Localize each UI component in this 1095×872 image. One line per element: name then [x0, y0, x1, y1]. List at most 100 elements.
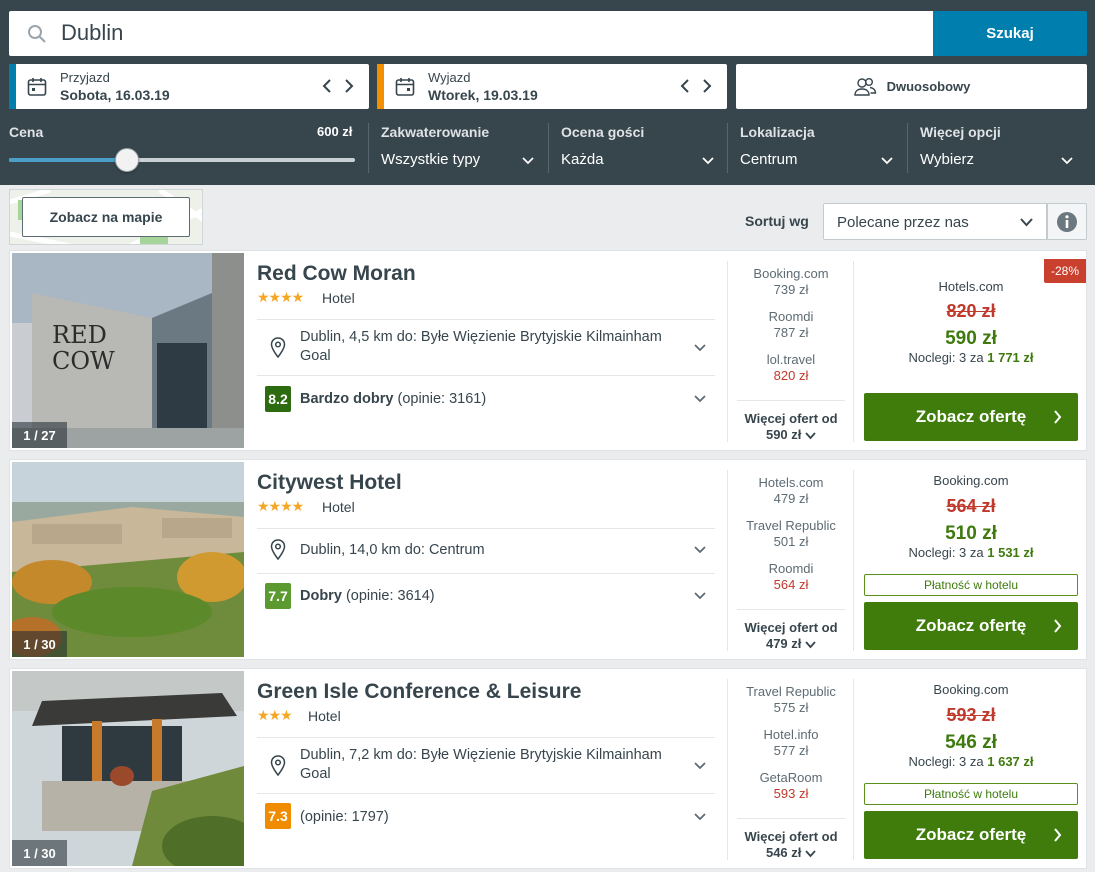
partner-offer[interactable]: Hotel.info 577 zł — [728, 727, 854, 759]
hotel-type: Hotel — [322, 290, 355, 306]
chevron-right-icon[interactable] — [343, 77, 355, 95]
chevron-left-icon[interactable] — [321, 77, 333, 95]
sort-select[interactable]: Polecane przez nas — [823, 203, 1047, 240]
pay-at-hotel-badge: Płatność w hotelu — [864, 574, 1078, 596]
hotel-card[interactable]: RED COW 1 / 27 Red Cow Moran ★★★★ Hotel … — [9, 250, 1087, 451]
chevron-down-icon[interactable] — [693, 760, 707, 772]
rating-summary[interactable]: (opinie: 1797) — [300, 809, 389, 825]
location-filter-value[interactable]: Centrum — [740, 151, 798, 168]
search-field[interactable]: Dublin — [9, 11, 933, 56]
divider — [737, 609, 845, 610]
chevron-down-icon[interactable] — [693, 393, 707, 405]
hotel-photo-image — [12, 462, 244, 657]
more-offers-link[interactable]: Więcej ofert od 479 zł — [728, 620, 854, 652]
star-rating: ★★★★ — [257, 289, 304, 305]
nights-label: Noclegi: 3 za — [908, 350, 984, 365]
filter-divider — [368, 123, 369, 173]
chevron-down-icon[interactable] — [693, 342, 707, 354]
chevron-down-icon[interactable] — [1060, 154, 1074, 168]
price-slider-handle[interactable] — [114, 148, 139, 172]
partner-offer[interactable]: Travel Republic 575 zł — [728, 684, 854, 716]
star-rating: ★★★ — [257, 707, 293, 723]
partner-site: Hotel.info — [763, 727, 819, 742]
column-divider — [853, 470, 854, 651]
chevron-down-icon[interactable] — [693, 811, 707, 823]
hotel-card[interactable]: 1 / 30 Citywest Hotel ★★★★ Hotel Dublin,… — [9, 459, 1087, 660]
hotel-name[interactable]: Red Cow Moran — [257, 262, 416, 286]
more-offers-link[interactable]: Więcej ofert od 590 zł — [728, 411, 854, 443]
view-deal-label: Zobacz ofertę — [915, 616, 1027, 635]
calendar-icon — [27, 78, 47, 96]
chevron-down-icon[interactable] — [693, 590, 707, 602]
partner-offer[interactable]: Travel Republic 501 zł — [728, 518, 854, 550]
rating-summary[interactable]: Dobry (opinie: 3614) — [300, 588, 435, 604]
nights-label: Noclegi: 3 za — [908, 545, 984, 560]
more-offers-price: 546 zł — [765, 845, 802, 860]
hotel-name[interactable]: Citywest Hotel — [257, 471, 402, 495]
hotel-location[interactable]: Dublin, 14,0 km do: Centrum — [300, 541, 670, 560]
partner-price: 739 zł — [773, 282, 809, 297]
checkin-value: Sobota, 16.03.19 — [60, 87, 170, 103]
hotel-location[interactable]: Dublin, 7,2 km do: Byłe Więzienie Brytyj… — [300, 746, 670, 784]
search-button[interactable]: Szukaj — [933, 11, 1087, 56]
chevron-down-icon[interactable] — [880, 154, 894, 168]
chevron-left-icon[interactable] — [679, 77, 691, 95]
partner-offer[interactable]: GetaRoom 593 zł — [728, 770, 854, 802]
partner-offer[interactable]: lol.travel 820 zł — [728, 352, 854, 384]
room-type-selector[interactable]: Dwuosobowy — [736, 64, 1087, 109]
hotel-location[interactable]: Dublin, 4,5 km do: Byłe Więzienie Brytyj… — [300, 328, 670, 366]
divider — [257, 375, 715, 376]
rating-score-badge: 7.3 — [265, 803, 291, 829]
partner-site: Roomdi — [768, 309, 814, 324]
deal-site: Booking.com — [933, 473, 1009, 488]
users-icon — [853, 77, 876, 96]
rating-summary[interactable]: Bardzo dobry (opinie: 3161) — [300, 391, 486, 407]
partner-offer[interactable]: Roomdi 564 zł — [728, 561, 854, 593]
filter-divider — [907, 123, 908, 173]
old-price: 820 zł — [946, 301, 996, 321]
review-count: (opinie: 3614) — [345, 588, 435, 604]
divider — [737, 400, 845, 401]
view-deal-button[interactable]: Zobacz ofertę — [864, 811, 1078, 859]
hotel-type: Hotel — [322, 499, 355, 515]
guest-rating-filter-label: Ocena gości — [561, 124, 645, 140]
old-price: 593 zł — [946, 705, 996, 725]
price-filter-label: Cena — [9, 124, 44, 140]
checkout-date[interactable]: Wyjazd Wtorek, 19.03.19 — [377, 64, 727, 109]
show-on-map-button[interactable]: Zobacz na mapie — [22, 197, 190, 237]
more-options-filter-value[interactable]: Wybierz — [920, 151, 974, 168]
partner-price: 787 zł — [773, 325, 809, 340]
chevron-right-icon — [1054, 619, 1062, 633]
view-deal-button[interactable]: Zobacz ofertę — [864, 602, 1078, 650]
sort-info-button[interactable] — [1047, 203, 1087, 240]
hotel-name[interactable]: Green Isle Conference & Leisure — [257, 680, 581, 704]
search-header: Dublin Szukaj Przyjazd Sobota, 16.03.19 … — [0, 0, 1095, 185]
partner-offer[interactable]: Roomdi 787 zł — [728, 309, 854, 341]
partner-offer[interactable]: Booking.com 739 zł — [728, 266, 854, 298]
search-input[interactable]: Dublin — [61, 20, 123, 46]
more-offers-link[interactable]: Więcej ofert od 546 zł — [728, 829, 854, 861]
checkin-date[interactable]: Przyjazd Sobota, 16.03.19 — [9, 64, 369, 109]
guest-rating-filter-value[interactable]: Każda — [561, 151, 604, 168]
divider — [257, 319, 715, 320]
chevron-down-icon[interactable] — [521, 154, 535, 168]
hotel-card[interactable]: 1 / 30 Green Isle Conference & Leisure ★… — [9, 668, 1087, 869]
hotel-photo[interactable]: 1 / 30 — [12, 671, 244, 866]
partner-offer[interactable]: Hotels.com 479 zł — [728, 475, 854, 507]
chevron-down-icon[interactable] — [701, 154, 715, 168]
column-divider — [853, 261, 854, 442]
sort-label: Sortuj wg — [745, 213, 809, 229]
column-divider — [853, 679, 854, 860]
partner-price: 575 zł — [773, 700, 809, 715]
view-deal-button[interactable]: Zobacz ofertę — [864, 393, 1078, 441]
partner-price: 593 zł — [773, 786, 809, 801]
checkout-accent — [377, 64, 384, 109]
star-rating: ★★★★ — [257, 498, 304, 514]
hotel-photo[interactable]: RED COW 1 / 27 — [12, 253, 244, 448]
accommodation-filter-value[interactable]: Wszystkie typy — [381, 151, 480, 168]
photo-counter: 1 / 27 — [12, 422, 67, 448]
hotel-photo[interactable]: 1 / 30 — [12, 462, 244, 657]
chevron-down-icon[interactable] — [693, 544, 707, 556]
chevron-right-icon[interactable] — [701, 77, 713, 95]
checkin-label: Przyjazd — [60, 70, 110, 85]
